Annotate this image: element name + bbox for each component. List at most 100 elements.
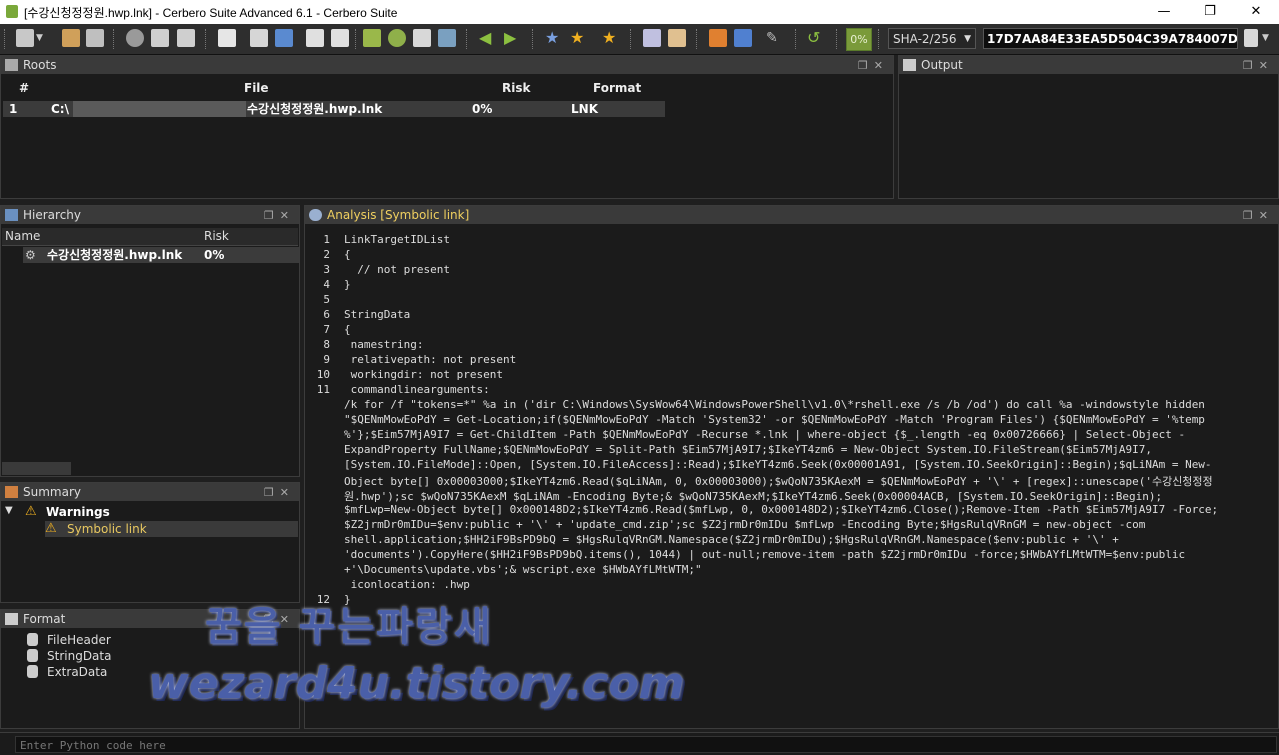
panel-controls[interactable]: ❐✕ [1243,207,1274,225]
toolbar-separator [205,29,209,49]
line-number: 10 [316,368,330,381]
panel-controls[interactable]: ❐✕ [858,57,889,75]
code-line: ExpandProperty FullName;$QENmMowEoPdY = … [344,443,1152,456]
summary-item[interactable]: ⚠ Symbolic link [45,521,298,537]
refresh-icon[interactable] [275,29,293,47]
column-header-risk[interactable]: Risk [204,229,229,243]
document-icon[interactable] [177,29,195,47]
tree-icon[interactable] [363,29,381,47]
python-bar: Enter Python code here [0,732,1279,755]
format-item-label: StringData [47,649,112,663]
output-title: Output [921,58,963,72]
roots-icon [5,59,18,71]
toolbar-separator [795,29,799,49]
toolbar-grip [4,29,8,49]
copy-icon[interactable] [1244,29,1258,47]
minimize-button[interactable]: — [1141,0,1187,24]
format-title: Format [23,612,66,626]
warning-icon: ⚠ [25,504,37,519]
panel-controls[interactable]: ❐✕ [1243,57,1274,75]
analysis-panel-header: Analysis [Symbolic link] ❐✕ [305,206,1278,224]
tools-icon[interactable]: ✎ [766,29,784,47]
line-number: 1 [323,233,330,246]
layout-icon[interactable] [709,29,727,47]
code-line: +'\Documents\update.vbs';& wscript.exe $… [344,563,702,576]
hierarchy-icon [5,209,18,221]
save-icon[interactable] [86,29,104,47]
column-header-num[interactable]: # [19,81,29,95]
summary-icon [5,486,18,498]
roots-panel: Roots ❐✕ # File Risk Format 1 C:\ 수강신청정정… [0,55,894,199]
format-item-label: FileHeader [47,633,111,647]
gear-icon: ⚙ [25,248,36,262]
arrow-left-icon[interactable]: ◀ [479,29,497,47]
format-value: LNK [571,102,598,116]
code-line: Object byte[] 0x00003000;$IkeYT4zm6.Read… [344,475,1213,488]
code-line: // not present [344,263,450,276]
window-icon[interactable] [218,29,236,47]
hierarchy-header-row: Name Risk [2,228,298,246]
format-icon [5,613,18,625]
script-icon[interactable] [438,29,456,47]
open-icon[interactable] [62,29,80,47]
column-header-name[interactable]: Name [5,229,40,243]
code-line: StringData [344,308,411,321]
edit-icon[interactable] [668,29,686,47]
new-file-icon[interactable] [16,29,34,47]
window-icon[interactable] [250,29,268,47]
window-icon[interactable] [306,29,324,47]
panel-controls[interactable]: ❐✕ [264,484,295,502]
table-row[interactable]: 1 C:\ 수강신청정정원.hwp.lnk 0% LNK [3,101,665,117]
chevron-down-icon: ▼ [964,34,971,44]
hierarchy-panel-header: Hierarchy ❐✕ [1,206,299,224]
column-header-format[interactable]: Format [593,81,641,95]
code-line: shell.application;$HH2iF9BsPD9bQ = $HgsR… [344,533,1119,546]
hash-algorithm-select[interactable]: SHA-2/256 ▼ [888,28,976,49]
star-icon[interactable]: ★ [602,29,620,47]
code-line: } [344,278,351,291]
output-panel: Output ❐✕ [898,55,1279,199]
code-line: %'};$Eim57MjA9I7 = Get-ChildItem -Path $… [344,428,1186,441]
toolbar-separator [466,29,470,49]
gear-icon[interactable] [126,29,144,47]
arrow-right-icon[interactable]: ▶ [504,29,522,47]
hierarchy-item-risk: 0% [204,248,225,262]
row-number: 1 [9,102,18,116]
window-icon[interactable] [331,29,349,47]
code-line: 원.hwp');sc $wQoN735KAexM $qLiNAm -Encodi… [344,490,1163,503]
column-header-risk[interactable]: Risk [502,81,530,95]
maximize-button[interactable]: ❐ [1187,0,1233,24]
summary-title: Summary [23,485,81,499]
hierarchy-item[interactable]: ⚙ 수강신청정정원.hwp.lnk 0% [23,247,299,263]
document-icon[interactable] [413,29,431,47]
column-header-file[interactable]: File [244,81,269,95]
line-number: 5 [323,293,330,306]
summary-panel-header: Summary ❐✕ [1,483,299,501]
line-number: 4 [323,278,330,291]
panel-controls[interactable]: ❐✕ [264,207,295,225]
watermark-url: wezard4u.tistory.com [148,658,685,709]
code-line: namestring: [344,338,424,351]
search-icon [309,209,322,221]
analysis-title: Analysis [Symbolic link] [327,208,470,222]
hash-value-field[interactable]: 17D7AA84E33EA5D504C39A784007D4AB [983,28,1238,49]
dropdown-icon[interactable]: ▼ [1262,29,1272,47]
search-icon[interactable] [388,29,406,47]
close-button[interactable]: ✕ [1233,0,1279,24]
toolbar: ▼ ◀ ▶ ★ ★ ★ ✎ ↺ 0% SHA-2/256 ▼ 17D7AA84E… [0,24,1279,55]
hex-icon[interactable] [643,29,661,47]
star-icon[interactable]: ★ [545,29,563,47]
watermark-korean: 꿈을 꾸는파랑새 [205,604,493,650]
progress-indicator: 0% [846,28,872,51]
warnings-group[interactable]: Warnings [46,505,110,519]
horizontal-scrollbar[interactable] [2,462,71,475]
star-icon[interactable]: ★ [570,29,588,47]
roots-panel-header: Roots ❐✕ [1,56,893,74]
python-input[interactable]: Enter Python code here [15,736,1277,753]
layout-icon[interactable] [734,29,752,47]
collapse-arrow-icon[interactable]: ▼ [5,505,13,516]
undo-icon[interactable]: ↺ [807,29,825,47]
output-icon [903,59,916,71]
dropdown-icon[interactable]: ▼ [36,29,46,47]
document-icon[interactable] [151,29,169,47]
